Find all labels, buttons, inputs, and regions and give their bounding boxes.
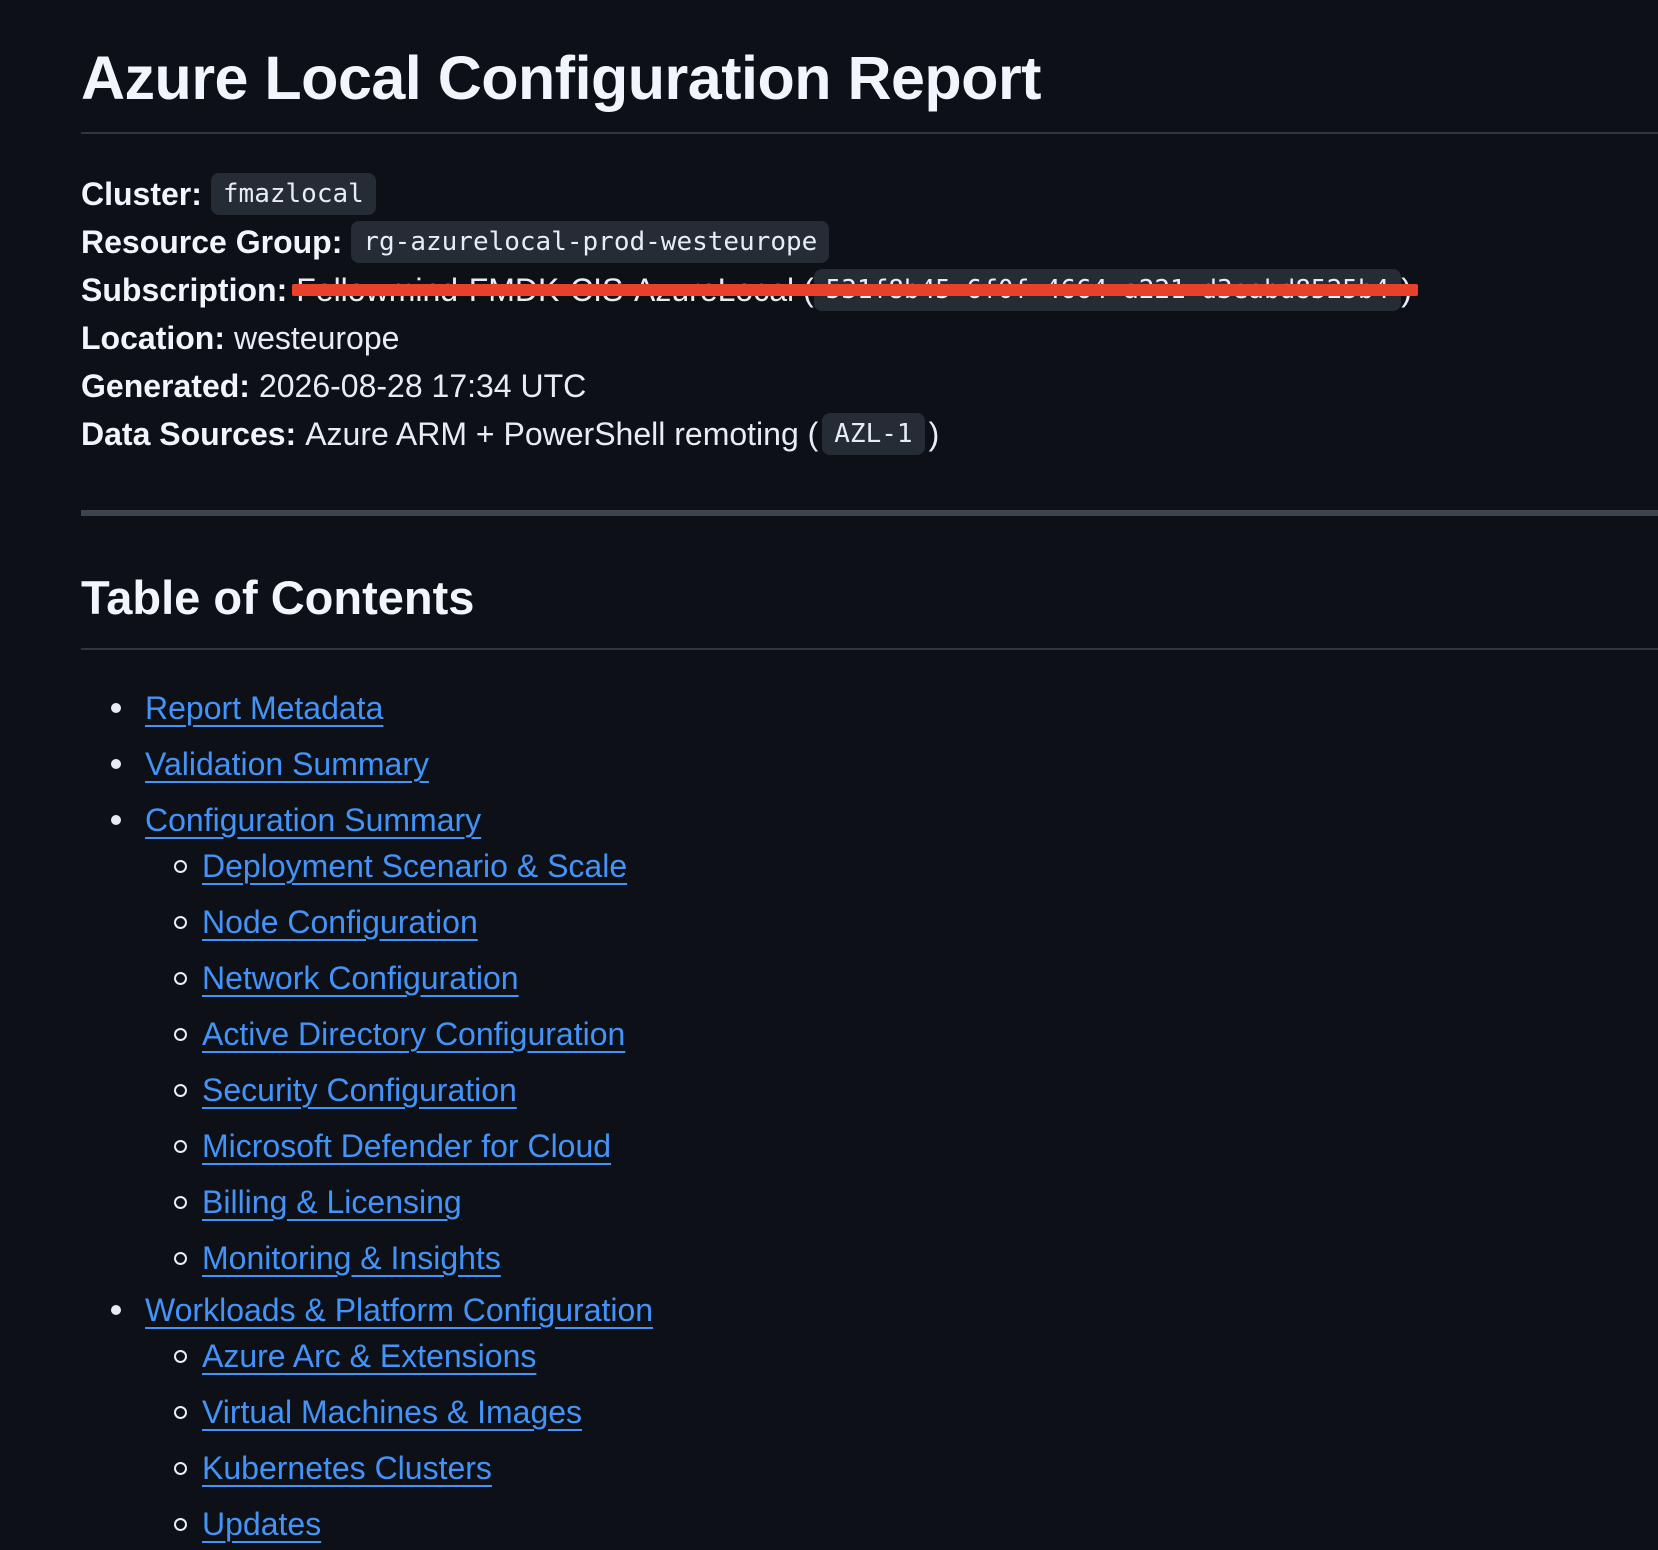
bullet-icon [111,815,121,825]
report-content: Azure Local Configuration Report Cluster… [81,0,1658,1550]
circle-bullet-icon [174,972,187,985]
bullet-icon [111,1305,121,1315]
title-divider [81,132,1658,134]
bullet-icon [111,759,121,769]
toc-link-workloads-platform[interactable]: Workloads & Platform Configuration [145,1292,653,1328]
toc-subitem: Network Configuration [81,950,1658,1006]
circle-bullet-icon [174,1350,187,1363]
toc-link-network-configuration[interactable]: Network Configuration [202,960,519,996]
report-metadata-block: Cluster: fmazlocal Resource Group: rg-az… [81,170,1658,458]
circle-bullet-icon [174,1406,187,1419]
data-sources-value: Azure ARM + PowerShell remoting ( [305,416,819,452]
location-value: westeurope [233,320,400,356]
circle-bullet-icon [174,1196,187,1209]
location-row: Location: westeurope [81,314,1658,362]
toc-link-deployment-scenario[interactable]: Deployment Scenario & Scale [202,848,627,884]
toc-link-report-metadata[interactable]: Report Metadata [145,690,383,726]
subscription-label: Subscription: [81,272,288,308]
subscription-row: Subscription: Fellowmind-FMDK-CIS-AzureL… [81,266,1658,314]
generated-value: 2026-08-28 17:34 UTC [258,368,587,404]
bullet-icon [111,703,121,713]
generated-row: Generated: 2026-08-28 17:34 UTC [81,362,1658,410]
toc-list: Report Metadata Validation Summary Confi… [81,680,1658,1550]
markdown-preview-page: Azure Local Configuration Report Cluster… [0,0,1658,1550]
toc-sublist-configuration: Deployment Scenario & Scale Node Configu… [81,838,1658,1286]
toc-subitem: Virtual Machines & Images [81,1384,1658,1440]
circle-bullet-icon [174,1140,187,1153]
toc-subitem: Azure Arc & Extensions [81,1328,1658,1384]
toc-subitem: Node Configuration [81,894,1658,950]
toc-divider [81,648,1658,650]
resource-group-label: Resource Group: [81,224,343,260]
circle-bullet-icon [174,860,187,873]
circle-bullet-icon [174,1028,187,1041]
data-sources-row: Data Sources: Azure ARM + PowerShell rem… [81,410,1658,458]
generated-label: Generated: [81,368,250,404]
toc-item: Validation Summary [81,736,1658,792]
toc-subitem: Monitoring & Insights [81,1230,1658,1286]
toc-link-updates[interactable]: Updates [202,1506,321,1542]
toc-subitem: Deployment Scenario & Scale [81,838,1658,894]
toc-sublist-workloads: Azure Arc & Extensions Virtual Machines … [81,1328,1658,1550]
toc-subitem: Security Configuration [81,1062,1658,1118]
resource-group-row: Resource Group: rg-azurelocal-prod-weste… [81,218,1658,266]
toc-item: Report Metadata [81,680,1658,736]
cluster-row: Cluster: fmazlocal [81,170,1658,218]
toc-heading: Table of Contents [81,571,475,624]
toc-link-monitoring-insights[interactable]: Monitoring & Insights [202,1240,501,1276]
toc-subitem: Microsoft Defender for Cloud [81,1118,1658,1174]
toc-sublist-container: Deployment Scenario & Scale Node Configu… [81,838,1658,1286]
toc-subitem: Kubernetes Clusters [81,1440,1658,1496]
toc-link-kubernetes-clusters[interactable]: Kubernetes Clusters [202,1450,492,1486]
toc-link-billing-licensing[interactable]: Billing & Licensing [202,1184,462,1220]
toc-sublist-container: Azure Arc & Extensions Virtual Machines … [81,1328,1658,1550]
report-title: Azure Local Configuration Report [81,44,1042,112]
resource-group-value: rg-azurelocal-prod-westeurope [351,221,830,263]
toc-link-configuration-summary[interactable]: Configuration Summary [145,802,481,838]
toc-link-validation-summary[interactable]: Validation Summary [145,746,429,782]
data-sources-label: Data Sources: [81,416,297,452]
cluster-label: Cluster: [81,176,202,212]
circle-bullet-icon [174,1518,187,1531]
toc-link-defender-for-cloud[interactable]: Microsoft Defender for Cloud [202,1128,611,1164]
circle-bullet-icon [174,1252,187,1265]
circle-bullet-icon [174,916,187,929]
toc-subitem: Billing & Licensing [81,1174,1658,1230]
toc-link-virtual-machines-images[interactable]: Virtual Machines & Images [202,1394,582,1430]
data-sources-close: ) [928,416,940,452]
toc-subitem: Active Directory Configuration [81,1006,1658,1062]
data-sources-code: AZL-1 [822,413,925,455]
location-label: Location: [81,320,225,356]
subscription-redacted-value: Fellowmind-FMDK-CIS-AzureLocal ( 531f8b4… [292,266,1418,314]
toc-link-node-configuration[interactable]: Node Configuration [202,904,478,940]
toc-subitem: Updates [81,1496,1658,1550]
toc-link-azure-arc-extensions[interactable]: Azure Arc & Extensions [202,1338,536,1374]
redaction-strike-bar [292,284,1418,296]
toc-link-active-directory[interactable]: Active Directory Configuration [202,1016,625,1052]
circle-bullet-icon [174,1084,187,1097]
toc-link-security-configuration[interactable]: Security Configuration [202,1072,517,1108]
cluster-value: fmazlocal [210,173,376,215]
circle-bullet-icon [174,1462,187,1475]
